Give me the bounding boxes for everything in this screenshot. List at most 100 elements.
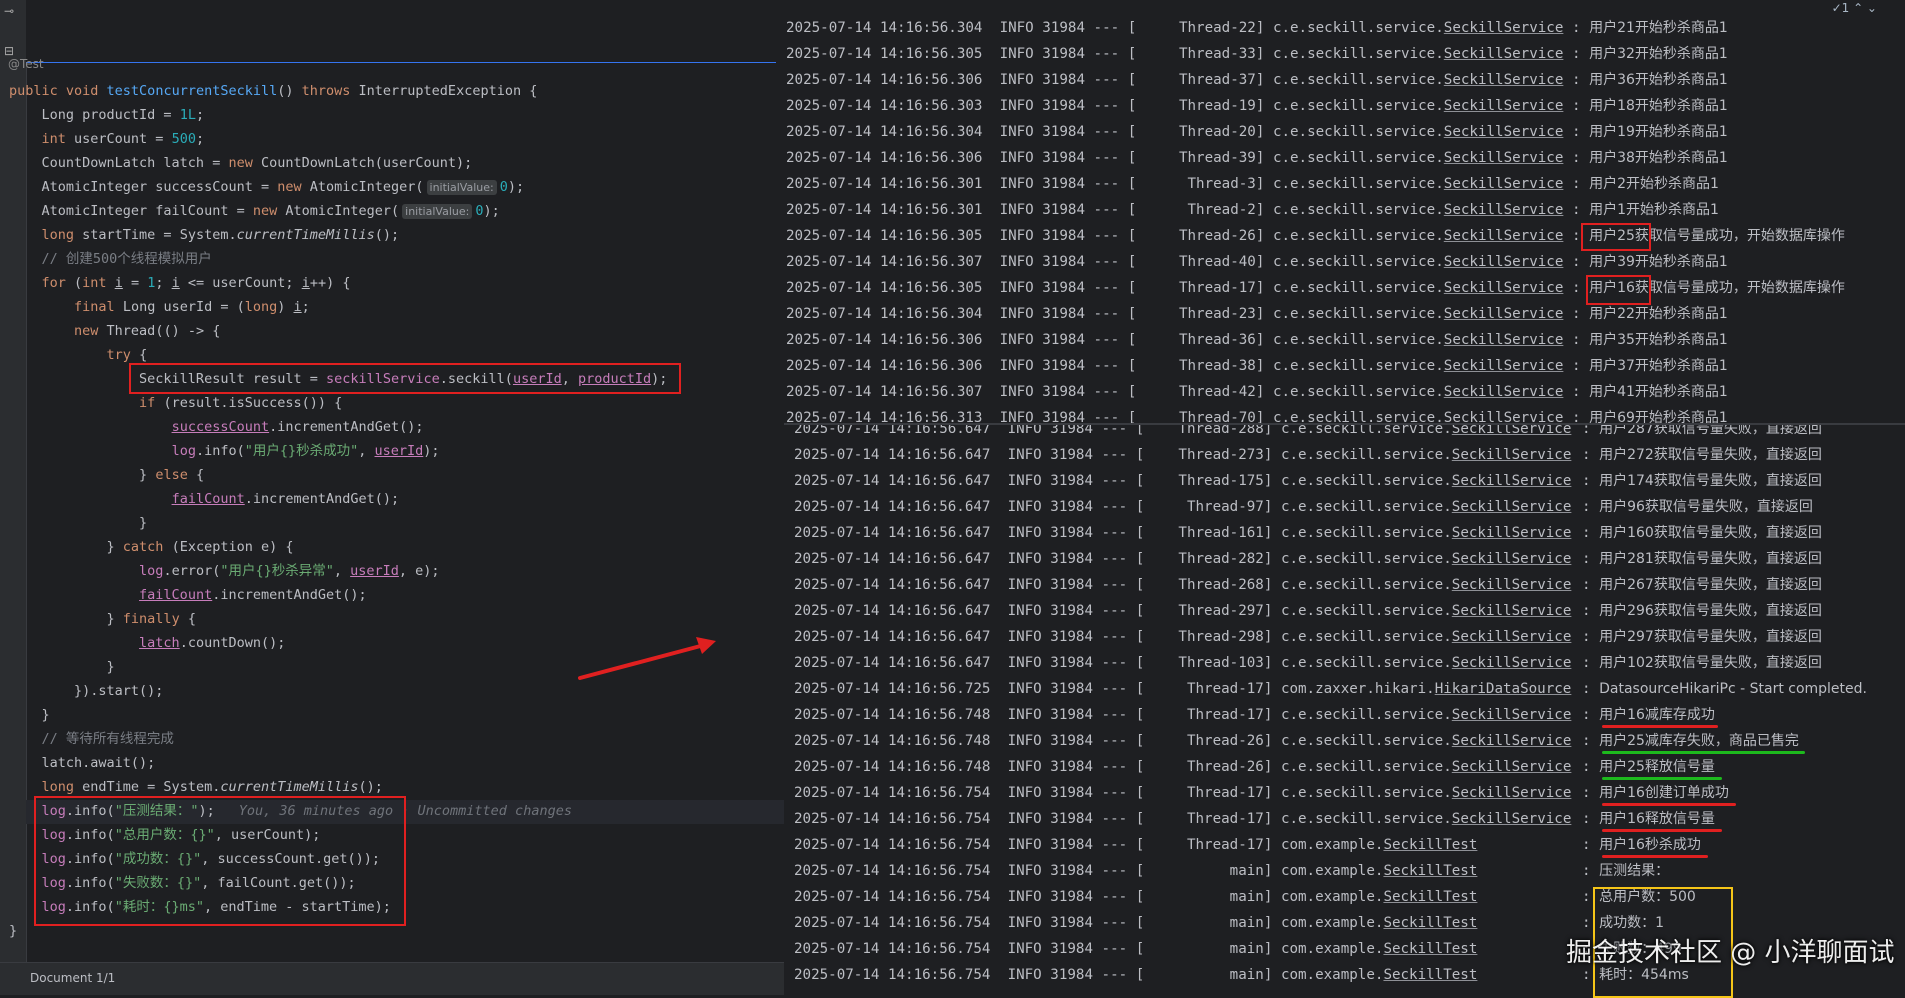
log-row[interactable]: 2025-07-14 14:16:56.307 INFO 31984 --- [… (786, 249, 1563, 275)
log-row[interactable]: 2025-07-14 14:16:56.306 INFO 31984 --- [… (786, 145, 1563, 171)
log-logger: c.e.seckill.service. (1280, 499, 1452, 515)
log-row[interactable]: 2025-07-14 14:16:56.725 INFO 31984 --- [… (794, 676, 1571, 702)
log-message: 用户38开始秒杀商品1 (1589, 150, 1728, 166)
seckill-call-highlight (129, 363, 681, 394)
code-line: CountDownLatch latch = new CountDownLatc… (9, 155, 473, 171)
log-level: INFO (999, 228, 1034, 244)
log-row[interactable]: 2025-07-14 14:16:56.647 INFO 31984 --- [… (794, 546, 1571, 572)
log-timestamp: 2025-07-14 14:16:56.304 (786, 306, 983, 322)
log-level: INFO (999, 20, 1034, 36)
log-timestamp: 2025-07-14 14:16:56.647 (794, 551, 991, 567)
log-message-cell: : 用户174获取信号量失败，直接返回 (1582, 473, 1822, 489)
log-separator: --- (1101, 811, 1128, 827)
log-row[interactable]: 2025-07-14 14:16:56.647 INFO 31984 --- [… (794, 572, 1571, 598)
log-row[interactable]: 2025-07-14 14:16:56.754 INFO 31984 --- [… (794, 936, 1477, 962)
log-row[interactable]: 2025-07-14 14:16:56.647 INFO 31984 --- [… (794, 598, 1571, 624)
log-row[interactable]: 2025-07-14 14:16:56.313 INFO 31984 --- [… (786, 405, 1563, 423)
log-row[interactable]: 2025-07-14 14:16:56.647 INFO 31984 --- [… (794, 442, 1571, 468)
log-row[interactable]: 2025-07-14 14:16:56.647 INFO 31984 --- [… (794, 494, 1571, 520)
log-row[interactable]: 2025-07-14 14:16:56.305 INFO 31984 --- [… (786, 275, 1563, 301)
log-separator: --- (1101, 837, 1128, 853)
log-row[interactable]: 2025-07-14 14:16:56.301 INFO 31984 --- [… (786, 197, 1563, 223)
console-output-bottom[interactable]: 2025-07-14 14:16:56.647 INFO 31984 --- [… (784, 423, 1905, 996)
log-row[interactable]: 2025-07-14 14:16:56.305 INFO 31984 --- [… (786, 41, 1563, 67)
log-level: INFO (1007, 681, 1042, 697)
log-separator: --- (1101, 525, 1128, 541)
log-pid: 31984 (1050, 733, 1093, 749)
structure-icon[interactable]: ⊸ (4, 4, 14, 18)
log-row[interactable]: 2025-07-14 14:16:56.305 INFO 31984 --- [… (786, 223, 1563, 249)
log-separator: --- (1093, 20, 1120, 36)
log-row[interactable]: 2025-07-14 14:16:56.303 INFO 31984 --- [… (786, 93, 1563, 119)
log-row[interactable]: 2025-07-14 14:16:56.754 INFO 31984 --- [… (794, 858, 1477, 884)
log-class-link: SeckillService (1443, 332, 1564, 348)
log-message: 用户160获取信号量失败，直接返回 (1599, 525, 1822, 541)
log-pid: 31984 (1042, 306, 1085, 322)
log-row[interactable]: 2025-07-14 14:16:56.304 INFO 31984 --- [… (786, 119, 1563, 145)
console-output-top[interactable]: 2025-07-14 14:16:56.304 INFO 31984 --- [… (776, 18, 1905, 423)
log-thread: [ Thread-23] (1127, 306, 1265, 322)
log-row[interactable]: 2025-07-14 14:16:56.647 INFO 31984 --- [… (794, 520, 1571, 546)
log-row[interactable]: 2025-07-14 14:16:56.754 INFO 31984 --- [… (794, 780, 1571, 806)
log-row[interactable]: 2025-07-14 14:16:56.647 INFO 31984 --- [… (794, 624, 1571, 650)
log-thread: [ Thread-161] (1135, 525, 1273, 541)
log-thread: [ Thread-26] (1135, 759, 1273, 775)
code-line: } (9, 707, 50, 723)
log-row[interactable]: 2025-07-14 14:16:56.647 INFO 31984 --- [… (794, 423, 1571, 442)
code-line: long startTime = System.currentTimeMilli… (41, 227, 400, 243)
code-line: public void testConcurrentSeckill() thro… (9, 83, 538, 99)
inspection-status[interactable]: ✓1 ⌃ ⌄ (1832, 1, 1877, 15)
code-line: if (result.isSuccess()) { (139, 395, 343, 411)
log-row[interactable]: 2025-07-14 14:16:56.754 INFO 31984 --- [… (794, 910, 1477, 936)
log-row[interactable]: 2025-07-14 14:16:56.647 INFO 31984 --- [… (794, 650, 1571, 676)
log-class-link: SeckillService (1443, 384, 1564, 400)
log-timestamp: 2025-07-14 14:16:56.754 (794, 889, 991, 905)
log-pid: 31984 (1050, 551, 1093, 567)
user25-highlight (1581, 223, 1651, 251)
log-logger: com.example. (1280, 837, 1384, 853)
parameter-hint: initialValue: (426, 180, 497, 195)
log-row[interactable]: 2025-07-14 14:16:56.754 INFO 31984 --- [… (794, 884, 1477, 910)
log-logger: c.e.seckill.service. (1280, 577, 1452, 593)
log-level: INFO (1007, 655, 1042, 671)
log-thread: [ main] (1135, 889, 1273, 905)
log-row[interactable]: 2025-07-14 14:16:56.304 INFO 31984 --- [… (786, 18, 1563, 41)
log-separator: --- (1093, 306, 1120, 322)
log-row[interactable]: 2025-07-14 14:16:56.647 INFO 31984 --- [… (794, 468, 1571, 494)
log-row[interactable]: 2025-07-14 14:16:56.754 INFO 31984 --- [… (794, 806, 1571, 832)
log-logger: com.zaxxer.hikari. (1280, 681, 1435, 697)
log-logger: c.e.seckill.service. (1272, 150, 1444, 166)
log-row[interactable]: 2025-07-14 14:16:56.306 INFO 31984 --- [… (786, 327, 1563, 353)
log-row[interactable]: 2025-07-14 14:16:56.754 INFO 31984 --- [… (794, 832, 1477, 858)
log-row[interactable]: 2025-07-14 14:16:56.748 INFO 31984 --- [… (794, 754, 1571, 780)
log-row[interactable]: 2025-07-14 14:16:56.748 INFO 31984 --- [… (794, 702, 1571, 728)
log-level: INFO (999, 202, 1034, 218)
log-thread: [ Thread-297] (1135, 603, 1273, 619)
log-level: INFO (999, 150, 1034, 166)
log-row[interactable]: 2025-07-14 14:16:56.301 INFO 31984 --- [… (786, 171, 1563, 197)
log-row[interactable]: 2025-07-14 14:16:56.748 INFO 31984 --- [… (794, 728, 1571, 754)
log-class-link: SeckillService (1451, 447, 1572, 463)
log-pid: 31984 (1042, 124, 1085, 140)
log-pid: 31984 (1050, 629, 1093, 645)
log-separator: --- (1101, 681, 1128, 697)
log-logger: com.example. (1280, 915, 1384, 931)
underline-green (1602, 777, 1722, 780)
log-separator: --- (1101, 889, 1128, 905)
log-separator: --- (1101, 577, 1128, 593)
log-row[interactable]: 2025-07-14 14:16:56.306 INFO 31984 --- [… (786, 67, 1563, 93)
code-line: // 等待所有线程完成 (9, 727, 779, 751)
log-row[interactable]: 2025-07-14 14:16:56.306 INFO 31984 --- [… (786, 353, 1563, 379)
log-row[interactable]: 2025-07-14 14:16:56.304 INFO 31984 --- [… (786, 301, 1563, 327)
log-logger: c.e.seckill.service. (1272, 280, 1444, 296)
log-level: INFO (1007, 811, 1042, 827)
log-row[interactable]: 2025-07-14 14:16:56.307 INFO 31984 --- [… (786, 379, 1563, 405)
log-class-link: SeckillService (1451, 629, 1572, 645)
bookmark-icon[interactable]: ⊟ (4, 44, 14, 58)
log-message-cell: : 用户102获取信号量失败，直接返回 (1582, 655, 1822, 671)
log-thread: [ Thread-288] (1135, 423, 1273, 437)
log-timestamp: 2025-07-14 14:16:56.647 (794, 629, 991, 645)
log-logger: c.e.seckill.service. (1280, 629, 1452, 645)
log-row[interactable]: 2025-07-14 14:16:56.754 INFO 31984 --- [… (794, 962, 1477, 988)
log-thread: [ Thread-37] (1127, 72, 1265, 88)
